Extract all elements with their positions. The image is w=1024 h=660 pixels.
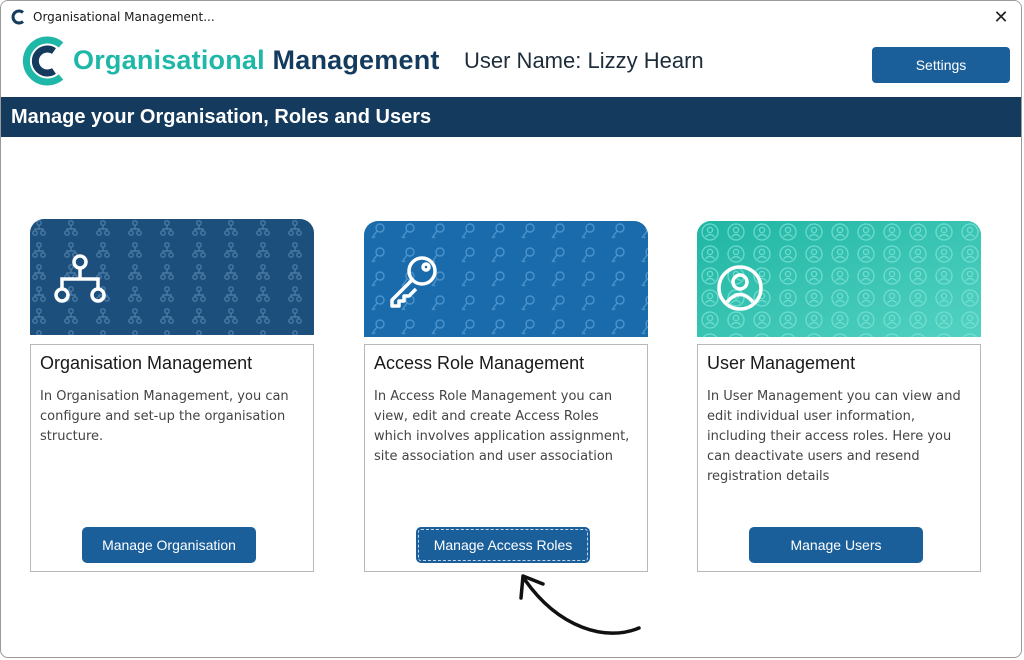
brand-logo-icon [22,36,64,86]
window-title: Organisational Management... [33,10,215,24]
card-header-image [30,219,314,335]
brand-title-part1: Organisational [73,45,265,75]
app-window: Organisational Management... ✕ Organisat… [0,0,1022,658]
card-body: Access Role Management In Access Role Ma… [364,344,648,572]
card-description: In Access Role Management you can view, … [374,389,630,464]
app-logo-icon [11,9,24,25]
card-description: In User Management you can view and edit… [707,389,961,484]
card-body: User Management In User Management you c… [697,344,981,572]
close-icon[interactable]: ✕ [989,5,1013,29]
card-header-image [364,221,648,337]
brand-title: Organisational Management [73,45,440,76]
manage-organisation-button[interactable]: Manage Organisation [82,527,256,563]
card-description: In Organisation Management, you can conf… [40,389,289,444]
app-header: Organisational Management User Name: Liz… [1,33,1021,97]
page-banner: Manage your Organisation, Roles and User… [1,97,1021,137]
card-body: Organisation Management In Organisation … [30,344,314,572]
card-title: User Management [707,353,856,373]
annotation-arrow-icon [519,574,641,635]
page-title: Manage your Organisation, Roles and User… [11,106,432,128]
manage-access-roles-button[interactable]: Manage Access Roles [416,527,590,563]
hierarchy-icon [54,254,106,303]
card-title: Organisation Management [40,353,253,373]
key-icon [390,256,437,308]
manage-users-button[interactable]: Manage Users [749,527,923,563]
settings-button[interactable]: Settings [872,47,1010,83]
card-title: Access Role Management [374,353,585,373]
card-header-image [697,221,981,337]
user-name-label: User Name: Lizzy Hearn [464,48,704,73]
title-bar: Organisational Management... ✕ [1,1,1021,33]
brand-title-part2: Management [272,45,440,75]
user-circle-icon [717,265,763,311]
